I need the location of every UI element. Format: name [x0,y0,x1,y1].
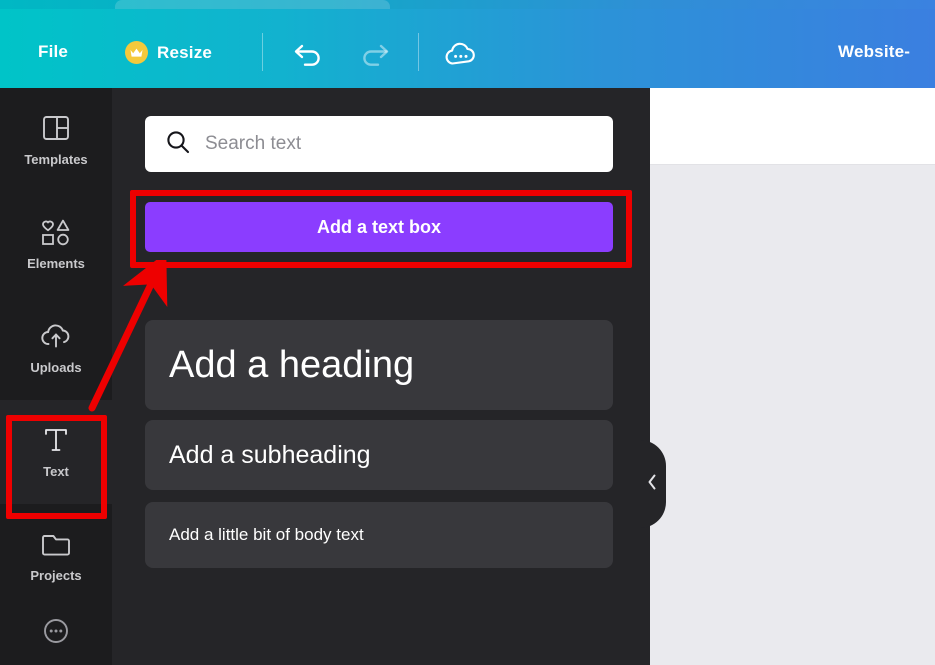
sidebar-label-uploads: Uploads [30,360,82,375]
elements-icon [39,217,73,247]
text-preset-body[interactable]: Add a little bit of body text [145,502,613,568]
editor-header: File Resize Website- [0,9,935,88]
sidebar-label-templates: Templates [24,152,88,167]
browser-tab-strip [0,0,935,9]
resize-label: Resize [157,42,213,62]
more-circle-icon [41,616,71,646]
text-t-icon [41,425,71,455]
file-menu-button[interactable]: File [38,42,68,62]
design-canvas-area[interactable] [650,88,935,665]
canvas-top-toolbar [650,88,935,165]
sidebar-label-text: Text [43,464,69,479]
text-preset-heading[interactable]: Add a heading [145,320,613,410]
text-preset-subheading[interactable]: Add a subheading [145,420,613,490]
redo-icon[interactable] [353,33,395,73]
sidebar-label-projects: Projects [30,568,82,583]
text-side-panel: Add a text box Click text to add to page… [112,88,650,665]
search-bar[interactable] [145,116,613,172]
cloud-saving-icon[interactable] [440,35,482,75]
header-divider-2 [418,33,419,71]
sidebar-item-projects[interactable]: Projects [0,504,112,608]
header-divider-1 [262,33,263,71]
sidebar-item-text[interactable]: Text [0,400,112,504]
document-title[interactable]: Website- [838,42,910,62]
left-icon-rail: Templates Elements Uploads Text Projects [0,88,112,665]
templates-icon [41,113,71,143]
sidebar-item-more[interactable] [0,608,112,648]
canva-editor-window: File Resize Website- Templates Elements … [0,0,935,665]
sidebar-label-elements: Elements [27,256,85,271]
sidebar-item-uploads[interactable]: Uploads [0,296,112,400]
collapse-panel-button[interactable] [620,440,666,528]
undo-icon[interactable] [288,33,330,73]
chevron-left-icon [646,473,658,496]
search-input[interactable] [205,133,593,155]
crown-icon [125,41,148,64]
sidebar-item-elements[interactable]: Elements [0,192,112,296]
search-icon [165,129,191,160]
resize-button[interactable]: Resize [125,41,212,64]
browser-tab-ghost[interactable] [115,0,390,9]
add-text-box-button[interactable]: Add a text box [145,202,613,252]
sidebar-item-templates[interactable]: Templates [0,88,112,192]
uploads-cloud-icon [39,321,73,351]
folder-icon [40,529,72,559]
